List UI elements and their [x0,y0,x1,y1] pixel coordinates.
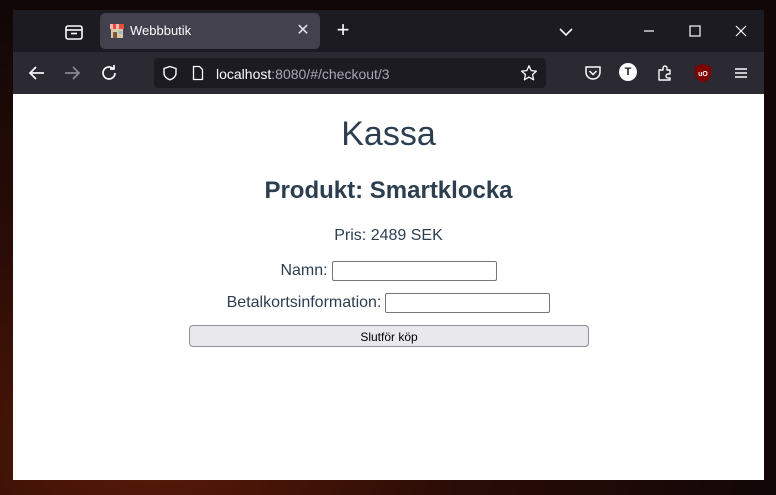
pocket-icon[interactable] [583,63,603,83]
name-field[interactable] [331,261,497,281]
url-text[interactable]: localhost:8080/#/checkout/3 [216,66,390,82]
browser-window: Webbbutik ✕ + localhost:8080/#/checkout/… [13,10,764,480]
page-content: Kassa Produkt: Smartklocka Pris: 2489 SE… [13,94,764,480]
back-arrow-icon[interactable] [26,62,48,84]
name-label: Namn: [280,262,328,279]
card-label: Betalkortsinformation: [226,294,382,311]
shield-icon[interactable] [162,65,178,81]
name-row: Namn: [13,260,764,282]
puzzle-icon[interactable] [655,63,675,83]
forward-arrow-icon[interactable] [61,62,83,84]
close-icon[interactable]: ✕ [294,22,312,40]
product-price: Pris: 2489 SEK [334,227,443,244]
page-icon[interactable] [190,65,206,81]
tab-strip: Webbbutik ✕ + [13,10,764,52]
minimize-icon[interactable] [638,20,660,42]
tab-title: Webbbutik [130,23,192,38]
reload-icon[interactable] [98,62,120,84]
chevron-down-icon[interactable] [556,22,576,42]
complete-purchase-button[interactable]: Slutför köp [189,325,589,347]
maximize-icon[interactable] [684,20,706,42]
plus-icon[interactable]: + [332,19,354,42]
address-bar[interactable]: localhost:8080/#/checkout/3 [154,58,546,88]
ublock-icon[interactable]: uO [694,63,712,83]
close-window-icon[interactable] [730,20,752,42]
shop-favicon-icon [109,23,125,39]
active-tab[interactable]: Webbbutik ✕ [100,13,320,49]
page-title: Kassa [341,115,436,153]
product-title: Produkt: Smartklocka [264,177,513,204]
card-row: Betalkortsinformation: [13,292,764,314]
star-icon[interactable] [520,64,538,82]
svg-text:uO: uO [698,71,708,78]
navigation-bar: localhost:8080/#/checkout/3 T uO [13,52,764,94]
card-info-field[interactable] [385,293,551,313]
account-icon[interactable]: T [619,63,637,81]
tab-list-icon[interactable] [63,21,85,43]
hamburger-menu-icon[interactable] [731,63,751,83]
